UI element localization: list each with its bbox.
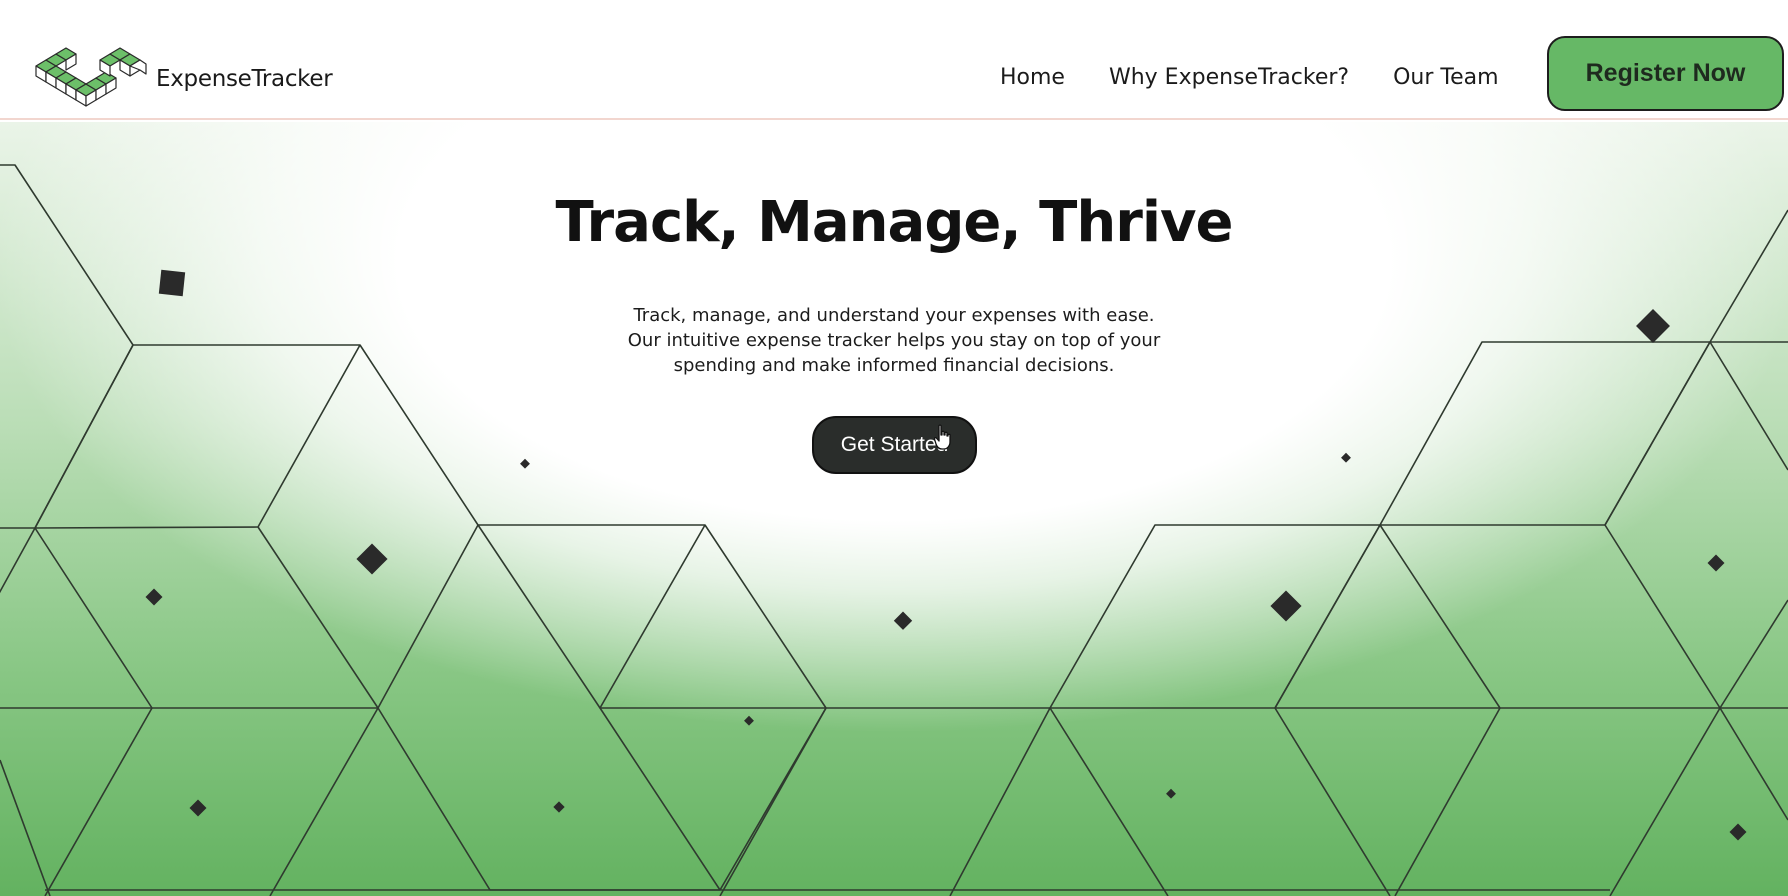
top-navbar: ExpenseTracker Home Why ExpenseTracker? …	[0, 0, 1788, 120]
cubes-logo-icon	[35, 47, 147, 107]
hero-title: Track, Manage, Thrive	[555, 190, 1233, 255]
nav-link-why-expensetracker[interactable]: Why ExpenseTracker?	[1109, 65, 1349, 90]
hero-description-line: Track, manage, and understand your expen…	[633, 305, 1155, 326]
brand[interactable]: ExpenseTracker	[34, 46, 333, 112]
hero-description-line: Our intuitive expense tracker helps you …	[627, 330, 1161, 351]
hero-description-line: spending and make informed financial dec…	[673, 355, 1115, 376]
hero-description: Track, manage, and understand your expen…	[594, 303, 1194, 378]
nav-link-home[interactable]: Home	[1000, 65, 1065, 90]
hand-pointer-icon	[934, 424, 951, 450]
landing-page: ExpenseTracker Home Why ExpenseTracker? …	[0, 0, 1788, 896]
brand-name: ExpenseTracker	[156, 66, 333, 92]
nav-link-our-team[interactable]: Our Team	[1393, 65, 1498, 90]
register-now-button[interactable]: Register Now	[1547, 36, 1784, 111]
nav-links: Home Why ExpenseTracker? Our Team	[1000, 60, 1499, 94]
get-started-button[interactable]: Get Started	[812, 416, 977, 474]
